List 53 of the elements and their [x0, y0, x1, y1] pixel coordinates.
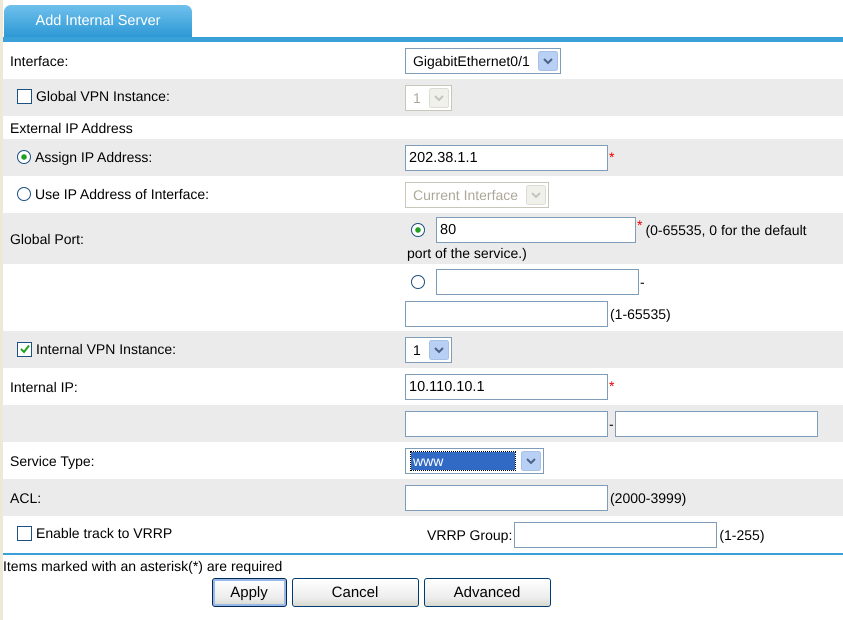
range-hint: port of the service.)	[407, 245, 528, 261]
dropdown[interactable]: www	[405, 448, 544, 474]
field-label: VRRP Group:	[427, 526, 512, 542]
required-note: Items marked with an asterisk(*) are required	[3, 557, 284, 574]
dropdown[interactable]: GigabitEthernet0/1	[405, 48, 561, 74]
dropdown-value: GigabitEthernet0/1	[412, 52, 531, 70]
text-field[interactable]: 80	[436, 217, 636, 243]
dropdown-value: Current Interface	[412, 186, 520, 204]
text-field[interactable]: 10.110.10.1	[405, 374, 608, 400]
text-field[interactable]	[514, 522, 718, 548]
required-mark: *	[637, 217, 642, 233]
chevron-down-icon	[428, 340, 449, 360]
radio-button[interactable]	[411, 223, 425, 237]
dropdown-value: www	[411, 452, 515, 470]
field-label: ACL:	[10, 490, 42, 506]
section-heading: External IP Address	[10, 120, 133, 136]
range-hint: (1-65535)	[610, 306, 671, 322]
chevron-down-icon	[428, 88, 449, 108]
dropdown[interactable]: 1	[405, 336, 452, 362]
field-label: Interface:	[10, 52, 68, 68]
required-mark: *	[609, 378, 614, 394]
radio-button[interactable]	[17, 150, 31, 164]
chevron-down-icon	[538, 50, 558, 70]
radio-label: Assign IP Address:	[35, 148, 152, 164]
range-separator: -	[640, 274, 645, 290]
text-field[interactable]	[405, 484, 608, 510]
range-hint: (1-255)	[719, 526, 764, 542]
chevron-down-icon	[526, 184, 546, 204]
button[interactable]: Cancel	[292, 578, 418, 607]
dropdown-value: 1	[412, 88, 422, 106]
radio-button[interactable]	[411, 275, 425, 289]
checkbox[interactable]	[17, 342, 32, 356]
radio-label: Use IP Address of Interface:	[35, 186, 210, 202]
dropdown-value: 1	[412, 340, 422, 358]
field-label: Service Type:	[10, 452, 95, 468]
text-field[interactable]	[614, 410, 818, 436]
field-label: Global Port:	[10, 230, 84, 246]
text-field[interactable]: 202.38.1.1	[405, 144, 608, 170]
checkbox-label: Internal VPN Instance:	[36, 341, 176, 357]
checkbox-label: Enable track to VRRP	[36, 525, 172, 542]
range-hint: (0-65535, 0 for the default	[645, 222, 807, 238]
button[interactable]: Apply	[212, 578, 286, 607]
text-field[interactable]	[436, 269, 639, 295]
range-separator: -	[609, 416, 614, 432]
checkbox-label: Global VPN Instance:	[36, 88, 170, 104]
required-mark: *	[609, 148, 614, 164]
button[interactable]: Advanced	[424, 578, 550, 607]
field-label: Internal IP:	[10, 378, 78, 394]
range-hint: (2000-3999)	[610, 490, 686, 506]
checkbox[interactable]	[17, 526, 32, 541]
text-field[interactable]	[405, 301, 608, 327]
text-field[interactable]	[405, 410, 608, 436]
chevron-down-icon	[521, 450, 541, 470]
